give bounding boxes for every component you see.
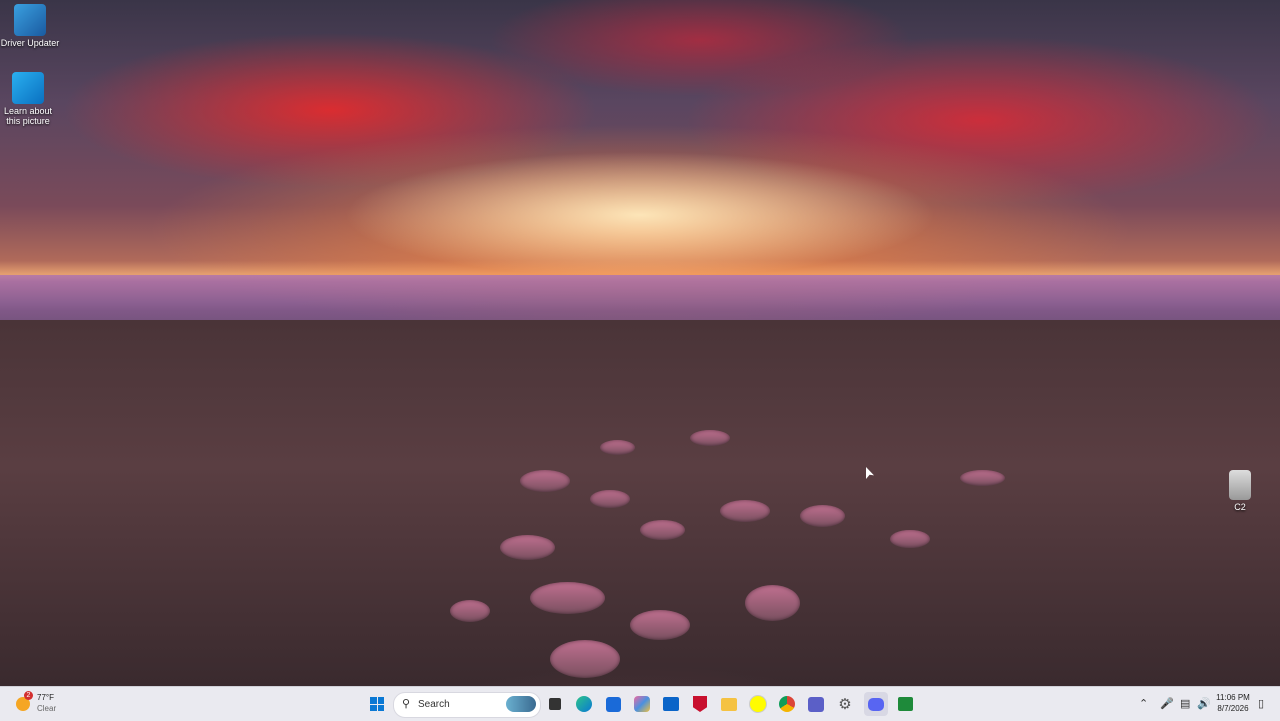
snapchat-icon xyxy=(749,695,767,713)
discord-icon xyxy=(868,697,884,711)
desktop-icon-label: Learn about this picture xyxy=(3,106,53,126)
clock-time: 11:06 PM xyxy=(1216,693,1250,702)
desktop-icon-learn-picture[interactable]: Learn about this picture xyxy=(0,72,58,126)
search-icon: ⚲ xyxy=(402,698,411,710)
chrome-icon xyxy=(779,696,795,712)
settings-icon: ⚙ xyxy=(838,696,852,713)
tide-pool xyxy=(960,470,1005,486)
settings-button[interactable]: ⚙ xyxy=(833,692,857,716)
search-highlight-icon xyxy=(506,696,536,712)
clock[interactable]: 11:06 PM 8/7/2026 xyxy=(1210,692,1256,714)
edge-icon xyxy=(576,696,592,712)
weather-condition: Clear xyxy=(37,704,57,713)
notification-badge: 2 xyxy=(24,691,33,700)
copilot-icon xyxy=(634,696,650,712)
search-placeholder: Search xyxy=(418,699,450,710)
wallpaper-rocks xyxy=(0,320,1280,686)
outlook-button[interactable] xyxy=(659,692,683,716)
snapchat-button[interactable] xyxy=(746,692,770,716)
start-button[interactable] xyxy=(365,692,389,716)
tide-pool xyxy=(745,585,800,621)
tide-pool xyxy=(630,610,690,640)
outlook-icon xyxy=(663,697,679,711)
chevron-up-icon: ⌃ xyxy=(1139,698,1149,710)
volume-icon[interactable]: 🔊 xyxy=(1197,697,1211,710)
chrome-button[interactable] xyxy=(775,692,799,716)
tide-pool xyxy=(590,490,630,508)
tide-pool xyxy=(720,500,770,522)
microphone-icon[interactable]: 🎤 xyxy=(1160,697,1174,710)
store-icon xyxy=(605,696,621,712)
mcafee-icon xyxy=(693,696,707,712)
task-view-icon xyxy=(549,698,561,710)
tide-pool xyxy=(890,530,930,548)
weather-widget[interactable]: 2 77°F Clear xyxy=(10,691,66,717)
learn-picture-icon xyxy=(12,72,44,104)
desktop-icon-label: Driver Updater xyxy=(0,38,60,48)
desktop-icon-driver-updater[interactable]: Driver Updater xyxy=(0,4,60,48)
task-view-button[interactable] xyxy=(543,692,567,716)
tide-pool xyxy=(500,535,555,560)
desktop-icon-label: C2 xyxy=(1234,502,1246,512)
start-icon xyxy=(370,697,384,711)
store-button[interactable] xyxy=(601,692,625,716)
desktop-wallpaper[interactable]: Driver Updater Learn about this picture … xyxy=(0,0,1280,686)
search-input[interactable]: ⚲ Search xyxy=(393,692,541,718)
bell-icon: ▯ xyxy=(1258,698,1265,710)
terminal-button[interactable] xyxy=(893,692,917,716)
clock-date: 8/7/2026 xyxy=(1217,704,1249,713)
file-explorer-icon xyxy=(721,697,737,711)
file-icon xyxy=(1229,470,1251,500)
notification-center-button[interactable]: ▯ xyxy=(1258,697,1264,710)
taskbar: 2 77°F Clear ⚲ Search ⚙ ⌃ 🎤 ▤ 🔊 11:06 PM… xyxy=(0,686,1280,721)
discord-button[interactable] xyxy=(864,692,888,716)
driver-updater-icon xyxy=(14,4,46,36)
tide-pool xyxy=(600,440,635,455)
network-icon[interactable]: ▤ xyxy=(1180,697,1190,710)
edge-button[interactable] xyxy=(572,692,596,716)
desktop-icon-c2[interactable]: C2 xyxy=(1210,470,1270,512)
tide-pool xyxy=(640,520,685,540)
tide-pool xyxy=(520,470,570,492)
copilot-button[interactable] xyxy=(630,692,654,716)
mcafee-button[interactable] xyxy=(688,692,712,716)
teams-icon xyxy=(808,696,824,712)
show-hidden-icons-button[interactable]: ⌃ xyxy=(1139,697,1148,710)
tide-pool xyxy=(690,430,730,446)
tide-pool xyxy=(800,505,845,527)
file-explorer-button[interactable] xyxy=(717,692,741,716)
tide-pool xyxy=(450,600,490,622)
weather-temp: 77°F xyxy=(37,693,54,702)
tide-pool xyxy=(530,582,605,614)
terminal-icon xyxy=(897,697,913,711)
teams-button[interactable] xyxy=(804,692,828,716)
tide-pool xyxy=(550,640,620,678)
